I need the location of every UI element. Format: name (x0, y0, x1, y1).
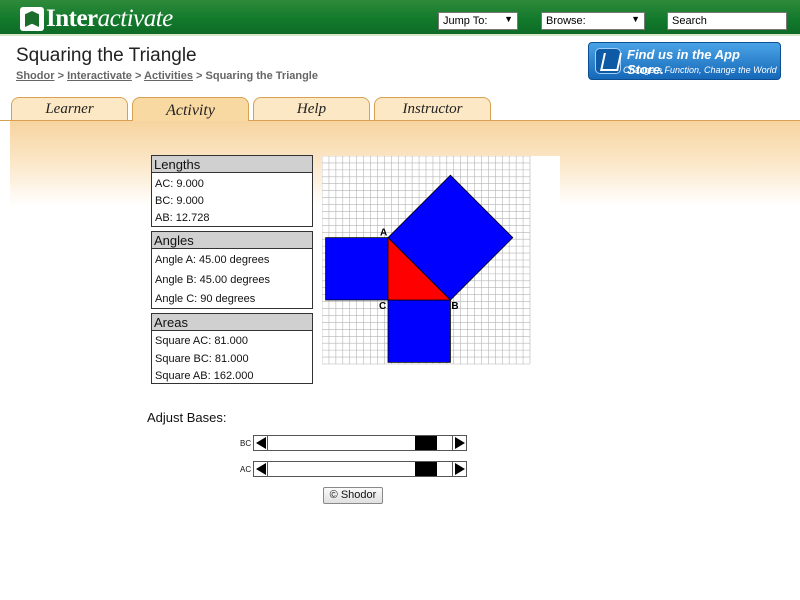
breadcrumb-link-interactivate[interactable]: Interactivate (67, 70, 132, 82)
area-square-bc: Square BC: 81.000 (155, 352, 249, 365)
chevron-down-icon: ▼ (504, 14, 513, 24)
areas-header: Areas (152, 314, 312, 331)
breadcrumb-separator: > (134, 70, 142, 82)
area-square-ab: Square AB: 162.000 (155, 370, 254, 382)
slider-bc-thumb[interactable] (414, 436, 437, 450)
logo-icon (20, 7, 44, 31)
search-input[interactable]: Search (667, 12, 787, 30)
slider-ac-label: AC (240, 465, 252, 474)
slider-bc[interactable] (253, 435, 467, 451)
jump-to-label: Jump To: (443, 15, 488, 27)
tab-learner[interactable]: Learner (11, 97, 128, 120)
tab-bar: Learner Activity Help Instructor (0, 97, 800, 122)
slider-ac[interactable] (253, 461, 467, 477)
search-placeholder: Search (672, 15, 707, 27)
adjust-bases-label: Adjust Bases: (147, 410, 227, 425)
angles-panel: Angles Angle A: 45.00 degrees Angle B: 4… (151, 231, 313, 309)
triangle-graph: A B C (322, 156, 560, 366)
app-store-line2: Change a Function, Change the World (623, 65, 777, 75)
slider-ac-thumb[interactable] (414, 462, 437, 476)
browse-label: Browse: (546, 15, 586, 27)
app-store-icon (595, 48, 621, 74)
tab-activity[interactable]: Activity (132, 97, 249, 122)
length-ab: AB: 12.728 (155, 212, 210, 224)
page: Interactivate Jump To: ▼ Browse: ▼ Searc… (0, 0, 800, 600)
arrow-right-icon[interactable] (452, 462, 466, 476)
arrow-right-icon[interactable] (452, 436, 466, 450)
top-header-bar: Interactivate Jump To: ▼ Browse: ▼ Searc… (0, 0, 800, 36)
square-bc (387, 299, 451, 363)
browse-select[interactable]: Browse: ▼ (541, 12, 645, 30)
square-ac (325, 237, 389, 301)
areas-panel: Areas Square AC: 81.000 Square BC: 81.00… (151, 313, 313, 384)
arrow-left-icon[interactable] (254, 462, 268, 476)
shodor-button[interactable]: © Shodor (323, 487, 383, 504)
app-store-banner[interactable]: Find us in the App Store. Change a Funct… (588, 42, 781, 80)
breadcrumb-separator: > (57, 70, 64, 82)
tab-help[interactable]: Help (253, 97, 370, 120)
page-title: Squaring the Triangle (16, 45, 197, 66)
tab-instructor[interactable]: Instructor (374, 97, 491, 120)
breadcrumb-link-activities[interactable]: Activities (144, 70, 193, 82)
arrow-left-icon[interactable] (254, 436, 268, 450)
logo-text: Interactivate (46, 5, 173, 32)
vertex-label-c: C (379, 301, 386, 312)
slider-ac-track[interactable] (269, 462, 451, 476)
breadcrumb: Shodor > Interactivate > Activities > Sq… (16, 70, 318, 82)
lengths-header: Lengths (152, 156, 312, 173)
angle-c: Angle C: 90 degrees (155, 293, 256, 305)
length-ac: AC: 9.000 (155, 178, 204, 190)
breadcrumb-separator: > (196, 70, 203, 82)
breadcrumb-current: Squaring the Triangle (205, 70, 318, 82)
area-square-ac: Square AC: 81.000 (155, 335, 248, 347)
lengths-panel: Lengths AC: 9.000 BC: 9.000 AB: 12.728 (151, 155, 313, 227)
breadcrumb-link-shodor[interactable]: Shodor (16, 70, 55, 82)
length-bc: BC: 9.000 (155, 195, 204, 207)
vertex-label-b: B (451, 301, 458, 312)
jump-to-select[interactable]: Jump To: ▼ (438, 12, 518, 30)
slider-bc-track[interactable] (269, 436, 451, 450)
chevron-down-icon: ▼ (631, 14, 640, 24)
angle-a: Angle A: 45.00 degrees (155, 254, 270, 266)
slider-bc-label: BC (240, 439, 252, 448)
interactivate-logo[interactable]: Interactivate (20, 5, 173, 33)
vertex-label-a: A (380, 228, 387, 239)
angles-header: Angles (152, 232, 312, 249)
angle-b: Angle B: 45.00 degrees (155, 273, 270, 286)
